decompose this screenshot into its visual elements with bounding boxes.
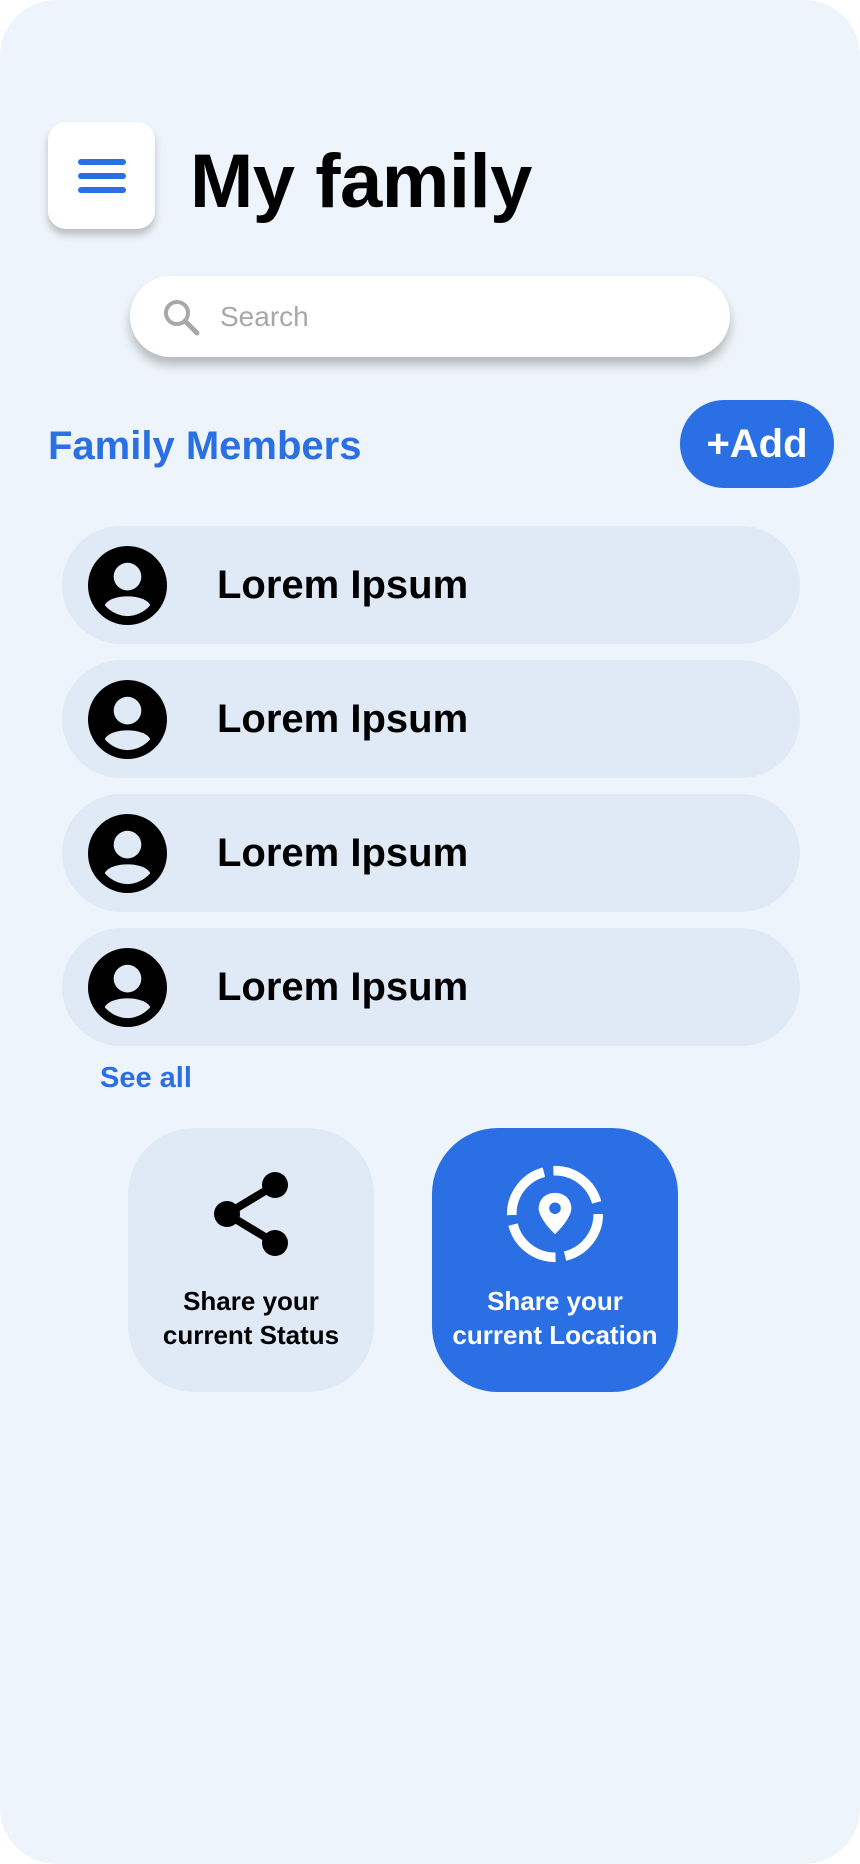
member-name: Lorem Ipsum — [217, 830, 469, 875]
share-status-label-line2: current Status — [162, 1320, 340, 1350]
member-name: Lorem Ipsum — [217, 696, 469, 741]
share-location-label-line2: current Location — [452, 1320, 658, 1350]
user-avatar-icon — [88, 813, 167, 893]
share-location-label: Share your current Location — [435, 1284, 675, 1352]
location-pin-icon — [505, 1164, 605, 1264]
member-row[interactable]: Lorem Ipsum — [62, 794, 800, 912]
see-all-link[interactable]: See all — [100, 1058, 192, 1098]
app-screen: My family Family Members +Add Lorem Ipsu… — [0, 0, 860, 1864]
member-name: Lorem Ipsum — [217, 562, 469, 607]
search-icon — [160, 296, 202, 338]
user-avatar-icon — [88, 545, 167, 625]
share-status-label: Share your current Status — [131, 1284, 371, 1352]
share-location-label-line1: Share your — [487, 1286, 623, 1316]
member-row[interactable]: Lorem Ipsum — [62, 928, 800, 1046]
search-bar[interactable] — [130, 276, 730, 357]
share-location-button[interactable]: Share your current Location — [432, 1128, 678, 1392]
hamburger-menu-icon — [77, 158, 126, 193]
member-name: Lorem Ipsum — [217, 964, 469, 1009]
user-avatar-icon — [88, 947, 167, 1027]
family-members-heading: Family Members — [48, 424, 362, 468]
search-input[interactable] — [218, 285, 702, 348]
add-member-button[interactable]: +Add — [680, 400, 834, 488]
share-status-label-line1: Share your — [183, 1286, 319, 1316]
member-list: Lorem Ipsum Lorem Ipsum Lorem Ipsum Lore… — [62, 526, 800, 1062]
member-row[interactable]: Lorem Ipsum — [62, 660, 800, 778]
menu-button[interactable] — [48, 122, 155, 229]
share-icon — [201, 1164, 301, 1264]
user-avatar-icon — [88, 679, 167, 759]
page-title: My family — [190, 139, 532, 224]
share-status-button[interactable]: Share your current Status — [128, 1128, 374, 1392]
member-row[interactable]: Lorem Ipsum — [62, 526, 800, 644]
